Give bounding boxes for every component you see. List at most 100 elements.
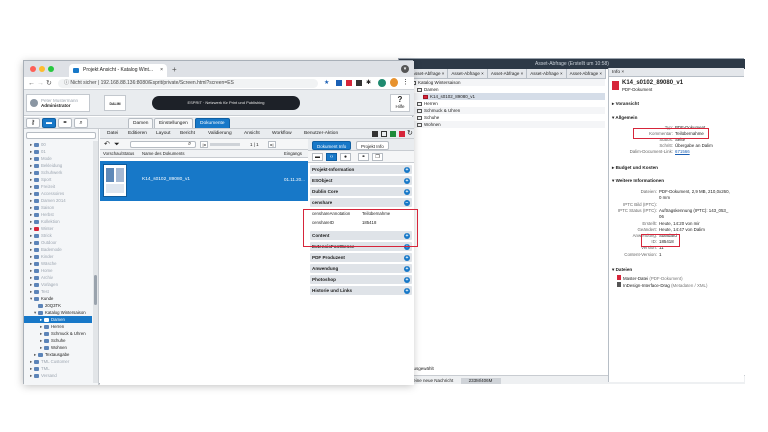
sidebar-item[interactable]: ▸ Archiv xyxy=(24,274,92,281)
sidebar-item[interactable]: ▸ TML xyxy=(24,365,92,372)
menu-validierung[interactable]: Validierung xyxy=(208,129,232,139)
list-search-input[interactable] xyxy=(130,141,196,148)
sidebar-item[interactable]: ▸ Kollektion xyxy=(24,218,92,225)
extensions-icon[interactable]: ✱ xyxy=(366,79,371,86)
sidebar-item[interactable]: ▸ Home xyxy=(24,267,92,274)
sidebar-item[interactable]: ▸ Schmuck & Uhren xyxy=(24,330,92,337)
tab-projekt-info[interactable]: Projekt Info xyxy=(356,141,389,150)
url-field[interactable]: ⓘ Nicht sicher | 192.168.88.136:8080/Esp… xyxy=(58,79,318,88)
tab-einstellungen[interactable]: Einstellungen xyxy=(154,118,193,128)
tab-dokumente[interactable]: Dokumente xyxy=(195,118,230,128)
link-icon[interactable]: ⚭ xyxy=(58,118,72,128)
menu-benutzer-aktion[interactable]: Benutzer-Aktion xyxy=(304,129,338,139)
code-icon[interactable]: ‹› xyxy=(326,153,337,161)
sidebar-item[interactable]: ▸ Vorlagen xyxy=(24,281,92,288)
file-row[interactable]: InDesign-Interface-Drag (Metadaten / XML… xyxy=(617,282,707,288)
section-general[interactable]: ▾ Allgemein xyxy=(612,115,637,121)
tab-search-icon[interactable]: ▾ xyxy=(401,65,409,73)
sidebar-item[interactable]: ▾ Katalog Wintersaison xyxy=(24,309,92,316)
group-anwendung[interactable]: Anwendung + xyxy=(310,264,412,273)
link-icon[interactable]: ⚭ xyxy=(358,153,369,161)
menu-editieren[interactable]: Editieren xyxy=(128,129,147,139)
group-esobject[interactable]: ESObject + xyxy=(310,176,412,185)
close-tab-icon[interactable]: × xyxy=(160,64,163,77)
page-slider[interactable] xyxy=(210,143,240,146)
group-photoshop[interactable]: Photoshop + xyxy=(310,275,412,284)
sidebar-item[interactable]: ▸ Test xyxy=(24,288,92,295)
pdf-icon[interactable] xyxy=(399,131,405,137)
minimize-window-button[interactable] xyxy=(39,66,45,72)
excel-icon[interactable] xyxy=(390,131,396,137)
sidebar-item[interactable]: ▸ Sport xyxy=(24,176,92,183)
extension-icon[interactable] xyxy=(336,80,342,86)
tree-search-input[interactable] xyxy=(26,132,96,139)
tree-item-selected[interactable]: K14_s0102_89080_v1 xyxy=(423,93,605,100)
sidebar-item[interactable]: ▸ Schuhe xyxy=(24,337,92,344)
close-window-button[interactable] xyxy=(30,66,36,72)
folder-icon[interactable]: ▬ xyxy=(312,153,323,161)
sidebar-scrollbar[interactable] xyxy=(93,141,98,383)
maximize-window-button[interactable] xyxy=(48,66,54,72)
table-row-selected[interactable]: K14_s0102_89080_v1 01.11.20... xyxy=(100,161,308,201)
section-preview[interactable]: ▸ Voransicht xyxy=(612,101,639,107)
puzzle-icon[interactable] xyxy=(356,80,362,86)
sidebar-item[interactable]: ▸ Wohnen xyxy=(24,344,92,351)
tab-damen[interactable]: Damen xyxy=(128,118,154,128)
forward-arrow-icon[interactable]: → xyxy=(37,78,44,89)
copy-icon[interactable]: ❐ xyxy=(372,153,383,161)
col-date[interactable]: Eingangs xyxy=(284,150,302,158)
query-tab[interactable]: Asset-Abfrage × xyxy=(527,69,567,79)
tab-dokument-info[interactable]: Dokument Info xyxy=(312,141,352,150)
sidebar-item[interactable]: ▸ 01 xyxy=(24,148,92,155)
sidebar-item[interactable]: ▸ Damen 2014 xyxy=(24,197,92,204)
back-arrow-icon[interactable]: ← xyxy=(28,78,35,89)
group-projekt-information[interactable]: Projekt-Information + xyxy=(310,165,412,174)
col-status[interactable]: Vorschau/Status xyxy=(103,150,134,158)
key-icon[interactable]: ⚷ xyxy=(26,118,40,128)
sidebar-item[interactable]: ▸ Mode xyxy=(24,155,92,162)
group-historie[interactable]: Historie und Links + xyxy=(310,286,412,295)
tree-item[interactable]: Herren xyxy=(417,100,438,107)
query-tab[interactable]: Asset-Abfrage × xyxy=(488,69,528,79)
folder-icon[interactable]: ▬ xyxy=(42,118,56,128)
sidebar-item[interactable]: ▸ Accessoires xyxy=(24,190,92,197)
sidebar-item-kunde[interactable]: ▾ Kunde xyxy=(24,295,92,302)
back-icon[interactable]: ↶ xyxy=(104,140,110,149)
search-icon[interactable]: ⌕ xyxy=(74,118,88,128)
sidebar-item[interactable]: ▸ TML Customer xyxy=(24,358,92,365)
file-row[interactable]: Master-Datei (PDF-Dokument) xyxy=(617,275,683,281)
search-icon[interactable]: ⌕ xyxy=(188,140,191,149)
sidebar-item[interactable]: ▸ Freizeit xyxy=(24,183,92,190)
browser-tab[interactable]: Projekt Ansicht - Katalog Wint... × xyxy=(69,64,167,77)
menu-layout[interactable]: Layout xyxy=(156,129,170,139)
page-icon[interactable] xyxy=(381,131,387,137)
memory-indicator[interactable]: 233M/406M xyxy=(460,377,501,384)
tree-item[interactable]: Damen xyxy=(417,86,439,93)
sidebar-item[interactable]: ▸ Kinder xyxy=(24,253,92,260)
menu-bericht[interactable]: Bericht xyxy=(180,129,195,139)
sidebar-item[interactable]: ▸ Bekleidung xyxy=(24,162,92,169)
info-tab[interactable]: Info × xyxy=(609,68,744,77)
help-button[interactable]: ? Hilfe xyxy=(390,94,410,112)
user-box[interactable]: Peter Mustermann Administrator xyxy=(26,94,90,112)
tree-item[interactable]: Schmuck & Uhren xyxy=(417,107,460,114)
tree-item[interactable]: Katalog Wintersaison xyxy=(411,79,461,86)
refresh-icon[interactable]: ↻ xyxy=(407,129,413,139)
section-budget[interactable]: ▸ Budget und Kosten xyxy=(612,165,658,171)
sidebar-item[interactable]: ▸ Herbst xyxy=(24,211,92,218)
first-page-icon[interactable]: |◂ xyxy=(200,141,208,148)
filter-icon[interactable]: ⏷ xyxy=(114,140,120,149)
menu-icon[interactable]: ⋮ xyxy=(402,78,409,86)
sidebar-item[interactable]: ▸ Saison xyxy=(24,204,92,211)
sidebar-item[interactable]: ▸ Bademode xyxy=(24,246,92,253)
tree-item[interactable]: Wohnen xyxy=(417,121,441,128)
sidebar-item[interactable]: ▸ Versand xyxy=(24,372,92,379)
sidebar-item-damen[interactable]: ▸ Damen xyxy=(24,316,92,323)
sidebar-item[interactable]: ▸ Wäsche xyxy=(24,260,92,267)
group-censhare[interactable]: censhare − xyxy=(310,198,412,207)
menu-datei[interactable]: Datei xyxy=(107,129,118,139)
col-name[interactable]: Name des Dokuments xyxy=(142,150,185,158)
sidebar-item[interactable]: ▸ 00 xyxy=(24,141,92,148)
section-more[interactable]: ▾ Weitere Informationen xyxy=(612,178,664,184)
query-tab[interactable]: Asset-Abfrage × xyxy=(567,69,607,79)
